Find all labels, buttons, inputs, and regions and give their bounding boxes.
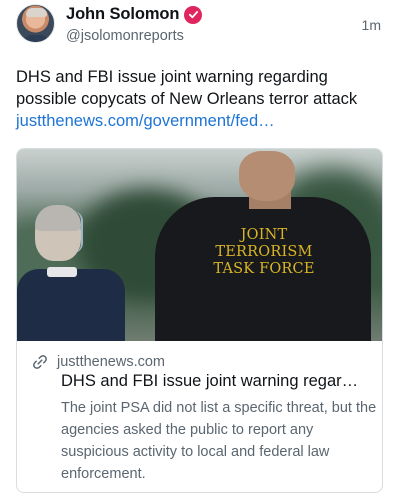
post-text: DHS and FBI issue joint warning regardin…: [16, 66, 386, 132]
post-timestamp[interactable]: 1m: [362, 17, 381, 33]
author-handle[interactable]: @jsolomonreports: [66, 28, 184, 44]
jacket-lettering: JOINT TERRORISM TASK FORCE: [213, 227, 315, 277]
earpiece: [73, 211, 83, 253]
link-card-description: The joint PSA did not list a specific th…: [61, 400, 377, 482]
link-card-domain-row: justthenews.com: [31, 353, 165, 371]
checkmark-icon: [188, 11, 198, 19]
post-body: DHS and FBI issue joint warning regardin…: [16, 68, 358, 108]
avatar-shirt: [21, 35, 52, 42]
avatar[interactable]: [16, 4, 55, 43]
post-link[interactable]: justthenews.com/government/fed…: [16, 112, 275, 130]
link-card-title[interactable]: DHS and FBI issue joint warning regar…: [61, 372, 377, 391]
link-card[interactable]: JOINT TERRORISM TASK FORCE justthenews.c…: [16, 148, 383, 493]
agent-figure-left: [17, 269, 125, 341]
agent-collar: [47, 267, 77, 277]
author-name-row: John Solomon: [66, 5, 203, 24]
link-card-image[interactable]: JOINT TERRORISM TASK FORCE: [17, 149, 382, 341]
post: John Solomon @jsolomonreports 1m DHS and…: [0, 0, 399, 500]
display-name[interactable]: John Solomon: [66, 5, 179, 24]
verified-badge-icon: [184, 5, 203, 24]
link-icon: [33, 355, 47, 369]
link-card-domain: justthenews.com: [57, 354, 165, 370]
agent-head-right: [239, 151, 295, 201]
avatar-hair: [26, 8, 47, 17]
